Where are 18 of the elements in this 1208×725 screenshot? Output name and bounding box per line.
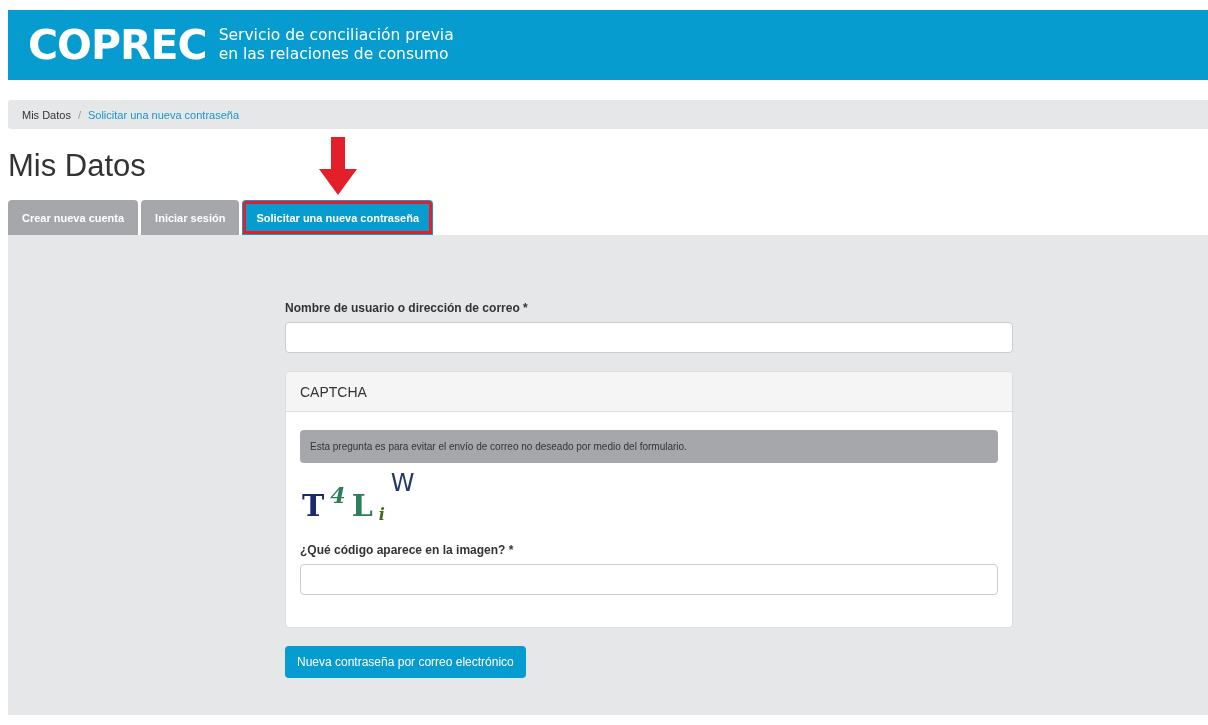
breadcrumb-link[interactable]: Solicitar una nueva contraseña [87, 108, 239, 121]
answer-field[interactable] [300, 564, 998, 595]
field-label: Nombre de usuario o dirección de correo * [285, 301, 529, 315]
breadcrumb-text: Mis Datos [22, 108, 71, 121]
info-message: Esta pregunta es para evitar el envío de correo no deseado por medio del formulario. [300, 430, 998, 463]
site-logo[interactable]: COPREC [28, 21, 207, 69]
card-title: CAPTCHA [286, 372, 1012, 412]
site-tagline: Servicio de conciliación previa [218, 26, 454, 45]
tab[interactable]: Crear nueva cuenta [8, 200, 139, 235]
tab[interactable]: Solicitar una nueva contraseña [242, 200, 434, 235]
arrow-icon [318, 137, 357, 195]
page-title: Mis Datos [8, 147, 146, 185]
site-tagline: en las relaciones de consumo [218, 45, 450, 64]
tab[interactable]: Iniciar sesión [141, 200, 240, 235]
submit-button[interactable]: Nueva contraseña por correo electrónico [285, 646, 526, 678]
input-field[interactable] [285, 322, 1013, 353]
breadcrumb-separator: / [77, 108, 81, 121]
field-label: ¿Qué código aparece en la imagen? * [300, 543, 515, 557]
